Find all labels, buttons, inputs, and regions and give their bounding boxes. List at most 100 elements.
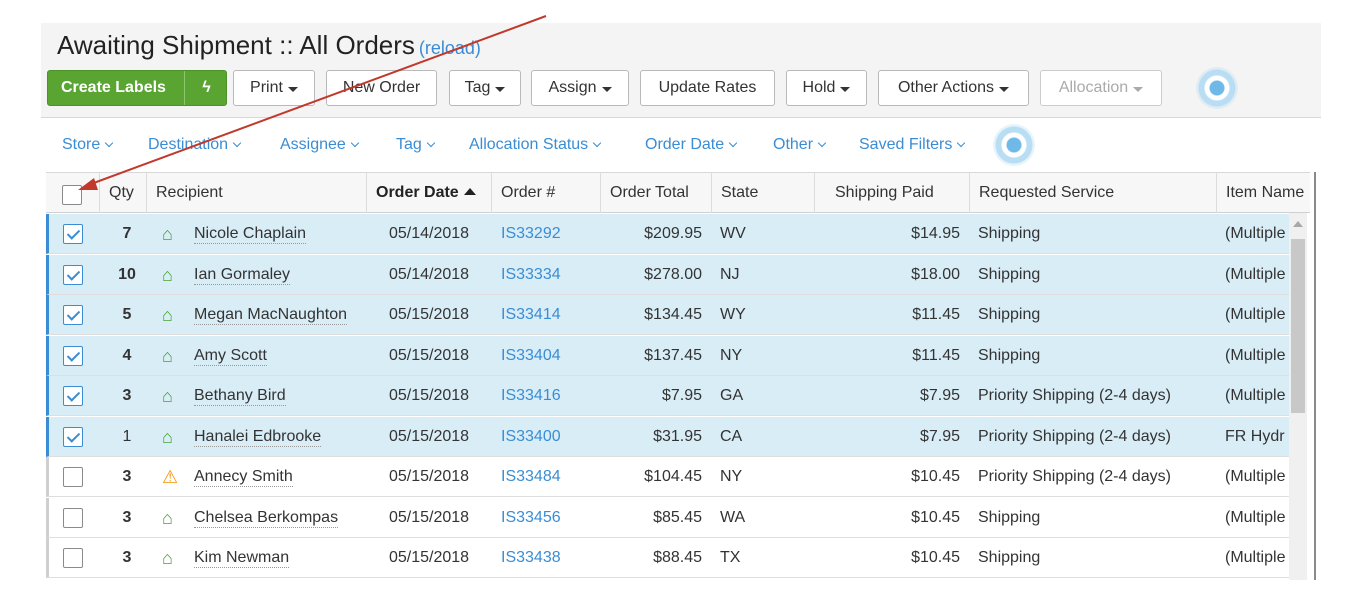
header-shipping-paid[interactable]: Shipping Paid	[815, 173, 970, 213]
home-icon: ⌂	[162, 548, 173, 568]
scrollbar-thumb[interactable]	[1291, 239, 1305, 413]
table-row[interactable]: 1 ⌂ Hanalei Edbrooke 05/15/2018 IS33400 $31.9…	[46, 416, 1290, 457]
other-actions-dropdown[interactable]: Other Actions	[878, 70, 1029, 106]
create-labels-label: Create Labels	[61, 79, 166, 96]
caret-down-icon	[840, 86, 851, 92]
recipient-name[interactable]: Ian Gormaley	[194, 266, 291, 285]
table-row[interactable]: 3 ⚠ Annecy Smith 05/15/2018 IS33484 $104.45 NY…	[46, 457, 1290, 497]
row-order-number-link[interactable]: IS33292	[501, 214, 601, 254]
create-labels-button[interactable]: Create Labels ϟ	[47, 70, 227, 106]
header-recipient[interactable]: Recipient	[147, 173, 367, 213]
chevron-down-icon	[105, 138, 114, 148]
row-checkbox[interactable]	[63, 507, 83, 528]
filter-saved-filters[interactable]: Saved Filters	[859, 136, 966, 154]
quick-create-lightning-icon[interactable]: ϟ	[184, 71, 228, 105]
recipient-name[interactable]: Nicole Chaplain	[194, 225, 307, 244]
table-row[interactable]: 5 ⌂ Megan MacNaughton 05/15/2018 IS33414 $134…	[46, 295, 1290, 335]
vertical-scrollbar[interactable]	[1289, 213, 1307, 580]
recipient-name[interactable]: Hanalei Edbrooke	[194, 428, 322, 447]
caret-down-icon	[287, 86, 298, 92]
row-item-name: (Multiple	[1225, 225, 1286, 242]
row-recipient[interactable]: Kim Newman	[194, 538, 369, 578]
recipient-name[interactable]: Megan MacNaughton	[194, 306, 347, 325]
row-order-number-link[interactable]: IS33400	[501, 417, 601, 457]
row-order-total: $31.95	[653, 427, 702, 445]
row-recipient[interactable]: Annecy Smith	[194, 457, 369, 497]
filter-allocation-status-label: Allocation Status	[469, 136, 589, 153]
recipient-name[interactable]: Annecy Smith	[194, 468, 293, 487]
filter-order-date[interactable]: Order Date	[645, 136, 738, 154]
print-dropdown[interactable]: Print	[233, 70, 315, 106]
recipient-name[interactable]: Amy Scott	[194, 347, 267, 366]
warning-icon: ⚠	[162, 467, 179, 487]
tag-dropdown[interactable]: Tag	[449, 70, 521, 106]
header-requested-service[interactable]: Requested Service	[970, 173, 1217, 213]
table-row[interactable]: 4 ⌂ Amy Scott 05/15/2018 IS33404 $137.45 NY $11…	[46, 335, 1290, 376]
select-all-checkbox[interactable]	[62, 185, 82, 205]
filter-store[interactable]: Store	[62, 136, 114, 154]
row-checkbox[interactable]	[63, 386, 83, 406]
header-item-name[interactable]: Item Name	[1217, 173, 1310, 213]
header-qty[interactable]: Qty	[100, 173, 147, 213]
row-qty: 3	[122, 468, 132, 485]
assign-dropdown[interactable]: Assign	[531, 70, 629, 106]
header-order-total[interactable]: Order Total	[601, 173, 712, 213]
row-checkbox[interactable]	[63, 548, 83, 568]
header-order-date-label: Order Date	[376, 184, 459, 201]
home-icon: ⌂	[162, 264, 173, 285]
hold-dropdown[interactable]: Hold	[786, 70, 867, 106]
row-recipient[interactable]: Hanalei Edbrooke	[194, 417, 369, 457]
caret-down-icon	[495, 86, 506, 92]
row-order-number-link[interactable]: IS33404	[501, 336, 601, 376]
recipient-name[interactable]: Chelsea Berkompas	[194, 509, 339, 528]
header-order-number[interactable]: Order #	[492, 173, 601, 213]
update-rates-button[interactable]: Update Rates	[640, 70, 775, 106]
table-row[interactable]: 7 ⌂ Nicole Chaplain 05/14/2018 IS33292 $209.9…	[46, 214, 1290, 254]
row-order-number-link[interactable]: IS33414	[501, 295, 601, 335]
row-recipient[interactable]: Amy Scott	[194, 336, 369, 376]
row-requested-service: Shipping	[978, 306, 1041, 323]
row-recipient[interactable]: Bethany Bird	[194, 376, 369, 416]
row-order-number-link[interactable]: IS33438	[501, 538, 601, 578]
filter-assignee[interactable]: Assignee	[280, 136, 360, 154]
row-recipient[interactable]: Megan MacNaughton	[194, 295, 369, 335]
home-icon: ⌂	[162, 426, 173, 447]
table-row[interactable]: 3 ⌂ Chelsea Berkompas 05/15/2018 IS33456 $85.…	[46, 497, 1290, 538]
row-checkbox[interactable]	[63, 345, 83, 366]
recipient-name[interactable]: Kim Newman	[194, 549, 290, 568]
new-order-button[interactable]: New Order	[326, 70, 437, 106]
row-recipient[interactable]: Ian Gormaley	[194, 255, 369, 295]
row-checkbox[interactable]	[63, 224, 83, 244]
chevron-down-icon	[957, 138, 966, 148]
row-order-date: 05/15/2018	[389, 346, 470, 364]
filter-tag[interactable]: Tag	[396, 136, 436, 154]
reload-link[interactable]: (reload)	[419, 38, 481, 58]
header-state[interactable]: State	[712, 173, 815, 213]
row-order-date: 05/15/2018	[389, 306, 470, 323]
row-item-name: (Multiple	[1225, 387, 1286, 404]
filter-destination-label: Destination	[148, 136, 229, 153]
table-row[interactable]: 10 ⌂ Ian Gormaley 05/14/2018 IS33334 $278.00 N…	[46, 254, 1290, 295]
filter-destination[interactable]: Destination	[148, 136, 242, 154]
row-checkbox[interactable]	[63, 426, 83, 447]
row-checkbox[interactable]	[63, 467, 83, 487]
table-row[interactable]: 3 ⌂ Kim Newman 05/15/2018 IS33438 $88.45 TX $10…	[46, 538, 1290, 578]
row-recipient[interactable]: Chelsea Berkompas	[194, 498, 369, 538]
table-row[interactable]: 3 ⌂ Bethany Bird 05/15/2018 IS33416 $7.95 GA $7…	[46, 376, 1290, 416]
print-label: Print	[250, 79, 283, 96]
header-order-date[interactable]: Order Date	[367, 173, 492, 213]
filter-assignee-label: Assignee	[280, 136, 346, 153]
row-order-number-link[interactable]: IS33334	[501, 255, 601, 295]
recipient-name[interactable]: Bethany Bird	[194, 387, 286, 406]
row-qty: 7	[122, 225, 132, 242]
row-order-number-link[interactable]: IS33416	[501, 376, 601, 416]
row-order-number-link[interactable]: IS33484	[501, 457, 601, 497]
row-checkbox[interactable]	[63, 264, 83, 285]
scroll-up-arrow-icon[interactable]	[1293, 221, 1303, 227]
row-checkbox[interactable]	[63, 305, 83, 325]
filter-allocation-status[interactable]: Allocation Status	[469, 136, 602, 154]
row-order-number-link[interactable]: IS33456	[501, 498, 601, 538]
filter-other[interactable]: Other	[773, 136, 827, 154]
row-recipient[interactable]: Nicole Chaplain	[194, 214, 369, 254]
home-icon: ⌂	[162, 345, 173, 366]
